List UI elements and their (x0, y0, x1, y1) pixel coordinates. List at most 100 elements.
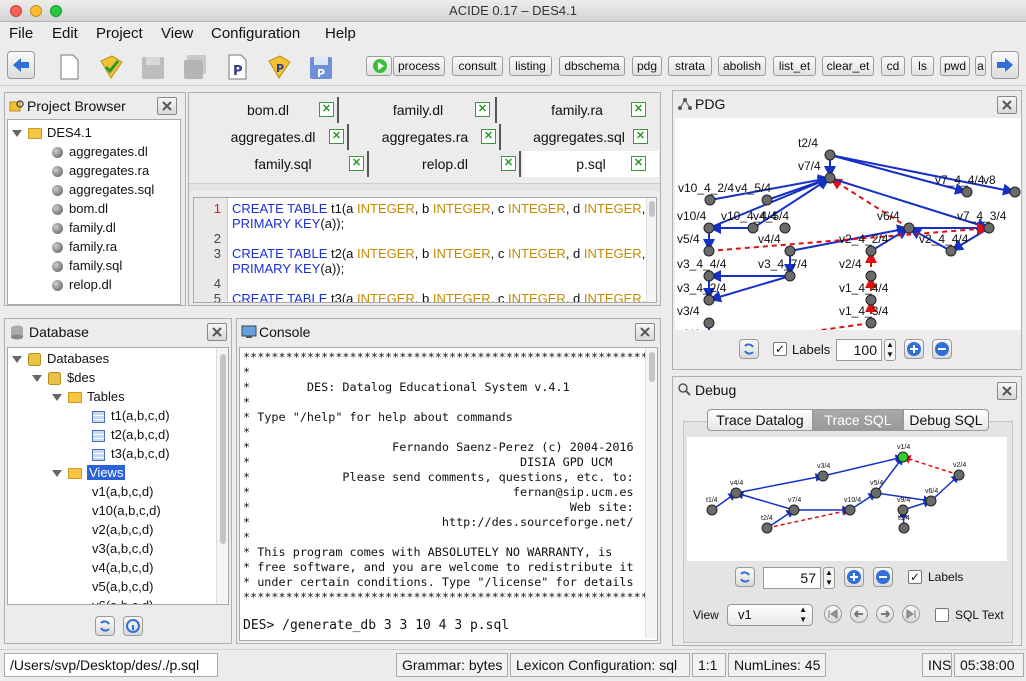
pdg-close-button[interactable] (997, 96, 1017, 114)
debug-graph[interactable]: v1/4 v2/4 v3/4 v4/4 v5/4 v6/4 v7/4 v10/4 v9/4 t1/… (687, 437, 1007, 561)
pdg-node[interactable] (865, 317, 877, 329)
pdg-labels-checkbox[interactable]: ✓ (773, 342, 787, 356)
debug-node[interactable] (730, 487, 742, 499)
cmd-cd-button[interactable]: cd (881, 56, 905, 76)
view-item[interactable]: v2(a,b,c,d) (92, 520, 153, 539)
menu-file[interactable]: File (9, 25, 33, 42)
run-button[interactable] (366, 56, 392, 76)
step-back-button[interactable] (850, 605, 868, 623)
close-window-button[interactable] (10, 5, 22, 17)
pdg-node[interactable] (865, 245, 877, 257)
cmd-dbschema-button[interactable]: dbschema (559, 56, 625, 76)
console-close-button[interactable] (635, 323, 655, 341)
close-tab-icon[interactable]: ✕ (633, 129, 648, 144)
cmd-pwd-button[interactable]: pwd (940, 56, 970, 76)
tree-node-tables[interactable]: Tables (52, 387, 125, 406)
close-tab-icon[interactable]: ✕ (475, 102, 490, 117)
step-forward-button[interactable] (876, 605, 894, 623)
code-editor[interactable]: 1 2 3 4 5 CREATE TABLE t1(a INTEGER, b I… (193, 197, 657, 303)
pdg-node[interactable] (945, 245, 957, 257)
console-prompt[interactable]: DES> /generate_db 3 3 10 4 3 p.sql (243, 618, 509, 633)
project-browser-close-button[interactable] (157, 97, 177, 115)
debug-node[interactable] (706, 504, 718, 516)
tree-node-views[interactable]: Views (52, 463, 126, 482)
debug-zoom-stepper[interactable]: ▲ ▼ (823, 567, 835, 589)
scroll-thumb[interactable] (649, 201, 655, 217)
expand-triangle-icon[interactable] (12, 356, 22, 364)
pdg-node[interactable] (1009, 186, 1021, 198)
pdg-node[interactable] (703, 222, 715, 234)
table-item[interactable]: t1(a,b,c,d) (92, 406, 170, 425)
pdg-node[interactable] (761, 194, 773, 206)
table-item[interactable]: t3(a,b,c,d) (92, 444, 170, 463)
debug-node[interactable] (897, 451, 909, 463)
pdg-node[interactable] (903, 222, 915, 234)
pdg-node[interactable] (703, 294, 715, 306)
pdg-node[interactable] (703, 317, 715, 329)
table-item[interactable]: t2(a,b,c,d) (92, 425, 170, 444)
tab-trace-sql[interactable]: Trace SQL (813, 409, 903, 431)
pdg-node[interactable] (983, 222, 995, 234)
pdg-node[interactable] (961, 186, 973, 198)
pdg-graph[interactable]: t2/4 v10_4_2/4 v4_5/4 v7/4 v7_4_4/4 v8 v10/4 v1… (675, 118, 1021, 330)
debug-node[interactable] (870, 487, 882, 499)
debug-node[interactable] (897, 504, 909, 516)
debug-zoom-field[interactable]: 57 (763, 567, 821, 589)
save-project-button[interactable]: P (307, 52, 333, 80)
sql-text-checkbox[interactable] (935, 608, 949, 622)
step-first-button[interactable] (824, 605, 842, 623)
view-select[interactable]: v1 ▲ ▼ (727, 604, 813, 626)
refresh-database-button[interactable] (95, 616, 115, 636)
editor-tab[interactable]: bom.dl ✕ (199, 97, 339, 123)
debug-node[interactable] (788, 504, 800, 516)
project-file-item[interactable]: aggregates.sql (52, 180, 154, 199)
pdg-node[interactable] (824, 149, 836, 161)
debug-labels-checkbox[interactable]: ✓ (908, 570, 922, 584)
tab-trace-datalog[interactable]: Trace Datalog (707, 409, 813, 431)
pdg-zoom-out-button[interactable] (932, 339, 952, 359)
debug-zoom-in-button[interactable] (844, 567, 864, 587)
back-button[interactable] (7, 51, 35, 79)
database-scrollbar[interactable] (216, 348, 228, 604)
tree-node-db[interactable]: $des (32, 368, 95, 387)
debug-node[interactable] (898, 522, 910, 534)
view-item[interactable]: v3(a,b,c,d) (92, 539, 153, 558)
close-tab-icon[interactable]: ✕ (481, 129, 496, 144)
editor-tab[interactable]: aggregates.ra ✕ (351, 124, 501, 150)
zoom-window-button[interactable] (50, 5, 62, 17)
cmd-ls-button[interactable]: ls (911, 56, 934, 76)
open-file-button[interactable] (97, 52, 123, 80)
cmd-pdg-button[interactable]: pdg (632, 56, 662, 76)
cmd-list-et-button[interactable]: list_et (773, 56, 816, 76)
editor-tab[interactable]: family.ra ✕ (499, 97, 655, 123)
tab-debug-sql[interactable]: Debug SQL (903, 409, 989, 431)
editor-tab[interactable]: family.sql ✕ (199, 151, 369, 177)
pdg-node[interactable] (703, 270, 715, 282)
pdg-zoom-in-button[interactable] (904, 339, 924, 359)
close-tab-icon[interactable]: ✕ (329, 129, 344, 144)
project-file-item[interactable]: aggregates.dl (52, 142, 148, 161)
menu-edit[interactable]: Edit (52, 25, 78, 42)
step-last-button[interactable] (902, 605, 920, 623)
view-item[interactable]: v6(a,b,c,d) (92, 596, 153, 604)
database-close-button[interactable] (207, 323, 227, 341)
cmd-clear-et-button[interactable]: clear_et (822, 56, 874, 76)
new-project-button[interactable]: P (223, 52, 249, 80)
close-tab-icon[interactable]: ✕ (501, 156, 516, 171)
editor-tab[interactable]: aggregates.dl ✕ (199, 124, 349, 150)
scroll-thumb[interactable] (649, 352, 655, 382)
tree-node-project-root[interactable]: DES4.1 (12, 123, 92, 142)
pdg-node[interactable] (784, 270, 796, 282)
menu-project[interactable]: Project (96, 25, 143, 42)
view-item[interactable]: v5(a,b,c,d) (92, 577, 153, 596)
view-item[interactable]: v4(a,b,c,d) (92, 558, 153, 577)
editor-tab[interactable]: family.dl ✕ (341, 97, 497, 123)
new-file-button[interactable] (55, 52, 81, 80)
project-file-item[interactable]: family.ra (52, 237, 117, 256)
debug-node[interactable] (844, 504, 856, 516)
save-all-button[interactable] (181, 52, 207, 80)
view-item[interactable]: v1(a,b,c,d) (92, 482, 153, 501)
scroll-thumb[interactable] (220, 354, 226, 544)
pdg-node[interactable] (865, 270, 877, 282)
console-output[interactable]: ****************************************… (239, 347, 658, 641)
